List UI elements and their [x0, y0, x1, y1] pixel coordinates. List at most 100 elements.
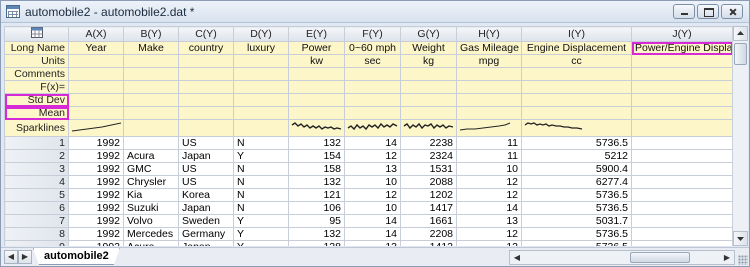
cell-mileage[interactable]: 11 [456, 149, 522, 163]
col-header-a[interactable]: A(X) [68, 26, 124, 42]
cell-country[interactable]: Sweden [178, 214, 234, 228]
cell-mileage[interactable]: 10 [456, 162, 522, 176]
cell-make[interactable]: Suzuki [123, 201, 179, 215]
cell-power[interactable]: 158 [288, 162, 345, 176]
cell-ratio[interactable] [631, 162, 732, 176]
cell-power[interactable]: 154 [288, 149, 345, 163]
cell-ratio[interactable] [631, 188, 732, 202]
cell-country[interactable]: Japan [178, 201, 234, 215]
horizontal-scroll-thumb[interactable] [630, 252, 690, 263]
cell-year[interactable]: 1992 [68, 149, 124, 163]
fx-cell[interactable] [521, 80, 632, 94]
long-name-j[interactable]: Power/Engine Displacement [631, 41, 732, 55]
cell-accel[interactable]: 10 [344, 175, 401, 189]
cell-mileage[interactable]: 12 [456, 227, 522, 241]
std-dev-cell[interactable] [344, 93, 401, 107]
units-h[interactable]: mpg [456, 54, 522, 68]
cell-year[interactable]: 1992 [68, 136, 124, 150]
fx-cell[interactable] [400, 80, 457, 94]
cell-accel[interactable]: 14 [344, 227, 401, 241]
long-name-a[interactable]: Year [68, 41, 124, 55]
cell-power[interactable]: 132 [288, 136, 345, 150]
cell-luxury[interactable]: N [233, 162, 289, 176]
col-header-f[interactable]: F(Y) [344, 26, 401, 42]
cell-ratio[interactable] [631, 201, 732, 215]
std-dev-cell[interactable] [68, 93, 124, 107]
mean-cell[interactable] [344, 106, 401, 120]
col-header-h[interactable]: H(Y) [456, 26, 522, 42]
maximize-icon[interactable] [697, 4, 719, 19]
cell-country[interactable]: US [178, 162, 234, 176]
units-c[interactable] [178, 54, 234, 68]
worksheet-grid[interactable]: A(X) B(Y) C(Y) D(Y) E(Y) F(Y) G(Y) H(Y) … [4, 26, 732, 246]
std-dev-cell[interactable] [288, 93, 345, 107]
cell-accel[interactable]: 12 [344, 188, 401, 202]
comment-cell[interactable] [288, 67, 345, 81]
cell-accel[interactable]: 13 [344, 162, 401, 176]
cell-year[interactable]: 1992 [68, 201, 124, 215]
resize-grip-icon[interactable] [738, 255, 748, 265]
cell-mileage[interactable]: 11 [456, 136, 522, 150]
fx-cell[interactable] [68, 80, 124, 94]
cell-accel[interactable]: 14 [344, 214, 401, 228]
scroll-down-icon[interactable] [733, 231, 748, 246]
cell-accel[interactable]: 14 [344, 136, 401, 150]
cell-displacement[interactable]: 5212 [521, 149, 632, 163]
minimize-icon[interactable] [673, 4, 695, 19]
comment-cell[interactable] [233, 67, 289, 81]
cell-weight[interactable]: 1412 [400, 240, 457, 246]
cell-luxury[interactable]: Y [233, 240, 289, 246]
cell-make[interactable]: Mercedes [123, 227, 179, 241]
cell-weight[interactable]: 1531 [400, 162, 457, 176]
row-number[interactable]: 6 [4, 201, 69, 215]
cell-make[interactable]: Acura [123, 149, 179, 163]
comment-cell[interactable] [400, 67, 457, 81]
scroll-right-icon[interactable]: ▶ [720, 251, 734, 264]
cell-accel[interactable]: 10 [344, 201, 401, 215]
next-sheet-icon[interactable]: ▶ [18, 250, 32, 264]
cell-mileage[interactable]: 12 [456, 240, 522, 246]
cell-displacement[interactable]: 5031.7 [521, 214, 632, 228]
cell-country[interactable]: US [178, 136, 234, 150]
cell-country[interactable]: Korea [178, 188, 234, 202]
comment-cell[interactable] [68, 67, 124, 81]
cell-country[interactable]: Japan [178, 240, 234, 246]
cell-power[interactable]: 106 [288, 201, 345, 215]
cell-ratio[interactable] [631, 214, 732, 228]
mean-cell[interactable] [521, 106, 632, 120]
row-number[interactable]: 5 [4, 188, 69, 202]
cell-power[interactable]: 132 [288, 227, 345, 241]
col-header-j[interactable]: J(Y) [631, 26, 732, 42]
row-number[interactable]: 2 [4, 149, 69, 163]
cell-luxury[interactable]: N [233, 201, 289, 215]
long-name-h[interactable]: Gas Mileage [456, 41, 522, 55]
row-label-mean[interactable]: Mean [4, 106, 69, 120]
scroll-left-icon[interactable]: ◀ [510, 251, 524, 264]
cell-weight[interactable]: 1417 [400, 201, 457, 215]
cell-weight[interactable]: 1661 [400, 214, 457, 228]
row-label-fx[interactable]: F(x)= [4, 80, 69, 94]
comment-cell[interactable] [344, 67, 401, 81]
mean-cell[interactable] [123, 106, 179, 120]
cell-luxury[interactable]: N [233, 175, 289, 189]
cell-ratio[interactable] [631, 149, 732, 163]
cell-mileage[interactable]: 12 [456, 188, 522, 202]
long-name-d[interactable]: luxury [233, 41, 289, 55]
sparkline-displacement[interactable] [521, 119, 632, 137]
cell-year[interactable]: 1992 [68, 227, 124, 241]
std-dev-cell[interactable] [123, 93, 179, 107]
cell-weight[interactable]: 1202 [400, 188, 457, 202]
comment-cell[interactable] [178, 67, 234, 81]
row-label-sparklines[interactable]: Sparklines [4, 119, 69, 137]
units-g[interactable]: kg [400, 54, 457, 68]
units-j[interactable] [631, 54, 732, 68]
cell-weight[interactable]: 2238 [400, 136, 457, 150]
fx-cell[interactable] [233, 80, 289, 94]
units-b[interactable] [123, 54, 179, 68]
cell-make[interactable]: Chrysler [123, 175, 179, 189]
cell-accel[interactable]: 12 [344, 149, 401, 163]
cell-weight[interactable]: 2324 [400, 149, 457, 163]
select-all-corner[interactable] [4, 26, 69, 42]
row-number[interactable]: 4 [4, 175, 69, 189]
cell-accel[interactable]: 13 [344, 240, 401, 246]
